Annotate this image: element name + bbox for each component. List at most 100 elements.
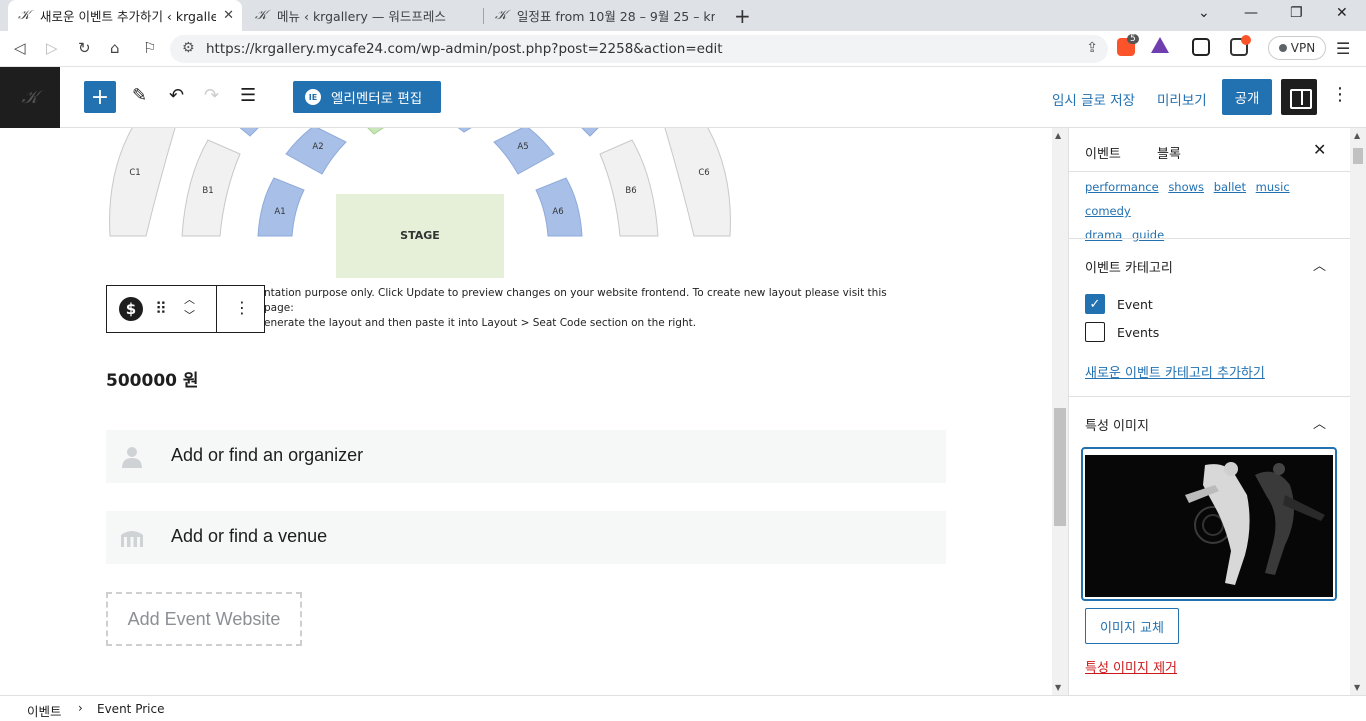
brave-count-badge: 5: [1127, 34, 1139, 44]
move-down-icon[interactable]: ﹀: [184, 308, 195, 324]
address-bar[interactable]: ⚙ https://krgallery.mycafe24.com/wp-admi…: [170, 35, 1108, 63]
seat-section-c6[interactable]: [662, 128, 731, 237]
tab-event[interactable]: 이벤트: [1085, 143, 1121, 162]
sidebar-toggle-icon[interactable]: [1192, 38, 1210, 56]
notice-line: ntation purpose only. Click Update to pr…: [264, 287, 887, 314]
replace-image-button[interactable]: 이미지 교체: [1085, 608, 1179, 644]
site-favicon-icon: 𝒦: [255, 8, 268, 23]
move-block-control[interactable]: ︿ ﹀: [184, 292, 195, 324]
settings-toggle-icon[interactable]: [1281, 79, 1317, 115]
elementor-label: 엘리멘터로 편집: [331, 91, 423, 107]
add-category-link[interactable]: 새로운 이벤트 카테고리 추가하기: [1085, 362, 1265, 381]
notification-dot: [1241, 35, 1251, 45]
category-label: Events: [1117, 325, 1160, 340]
chevron-up-icon[interactable]: ︿: [1313, 413, 1326, 432]
site-info-icon[interactable]: ⚙: [182, 40, 195, 56]
preview-button[interactable]: 미리보기: [1157, 89, 1207, 109]
scroll-up-icon[interactable]: ▲: [1354, 131, 1360, 140]
category-panel-header[interactable]: 이벤트 카테고리 ︿: [1069, 238, 1350, 288]
browser-tab-add-event[interactable]: 𝒦 새로운 이벤트 추가하기 ‹ krgallery ✕: [8, 0, 242, 31]
list-view-icon[interactable]: ☰: [240, 85, 256, 106]
category-checkbox-event[interactable]: ✓: [1085, 294, 1105, 314]
tag-link[interactable]: music: [1256, 180, 1290, 194]
move-up-icon[interactable]: ︿: [184, 292, 195, 308]
tag-link[interactable]: ballet: [1214, 180, 1246, 194]
featured-image-panel-header[interactable]: 특성 이미지 ︿: [1069, 396, 1350, 446]
toolbar-divider: [216, 286, 217, 332]
vpn-label: VPN: [1290, 41, 1316, 55]
publish-button[interactable]: 공개: [1222, 79, 1272, 115]
organizer-block[interactable]: Add or find an organizer: [106, 430, 946, 483]
share-icon[interactable]: ⇪: [1086, 40, 1098, 56]
close-tab-icon[interactable]: ✕: [223, 8, 234, 23]
scrollbar-thumb[interactable]: [1054, 408, 1066, 526]
close-sidebar-icon[interactable]: ✕: [1313, 140, 1326, 159]
maximize-icon[interactable]: ❐: [1290, 5, 1303, 21]
scroll-down-icon[interactable]: ▼: [1055, 683, 1061, 692]
tag-link[interactable]: shows: [1168, 180, 1204, 194]
featured-image[interactable]: [1081, 447, 1337, 601]
bookmark-icon[interactable]: ⚐: [143, 39, 156, 57]
dancer-photo: [1085, 455, 1333, 597]
category-panel-title: 이벤트 카테고리: [1085, 261, 1173, 276]
seat-label-c1: C1: [129, 168, 140, 178]
browser-menu-icon[interactable]: ☰: [1336, 39, 1350, 58]
scroll-up-icon[interactable]: ▲: [1055, 131, 1061, 140]
canvas-scrollbar[interactable]: ▲ ▼: [1052, 128, 1068, 695]
site-logo-icon[interactable]: 𝒦: [0, 67, 60, 128]
add-event-website-button[interactable]: Add Event Website: [106, 592, 302, 646]
edit-tools-icon[interactable]: ✎: [132, 85, 147, 106]
vpn-button[interactable]: VPN: [1268, 36, 1326, 60]
seat-label-c6: C6: [698, 168, 709, 178]
block-inserter-button[interactable]: +: [84, 81, 116, 113]
save-draft-button[interactable]: 임시 글로 저장: [1052, 89, 1135, 109]
event-price[interactable]: 500000 원: [106, 366, 199, 391]
category-label: Event: [1117, 297, 1153, 312]
seat-label-a5: A5: [517, 142, 528, 152]
tab-search-icon[interactable]: ⌄: [1198, 5, 1210, 21]
close-window-icon[interactable]: ✕: [1336, 5, 1348, 21]
seat-section-partial: [239, 128, 259, 137]
brave-rewards-icon[interactable]: [1151, 37, 1169, 53]
drag-handle-icon[interactable]: ⠿: [155, 299, 167, 318]
browser-tab-menu[interactable]: 𝒦 메뉴 ‹ krgallery — 워드프레스: [245, 0, 481, 31]
tab-block[interactable]: 블록: [1157, 143, 1181, 162]
price-block-icon[interactable]: $: [119, 297, 143, 321]
seat-section-c1[interactable]: [109, 128, 178, 237]
breadcrumb-root[interactable]: 이벤트: [27, 701, 62, 720]
back-icon[interactable]: ◁: [14, 39, 26, 57]
seat-section-partial: [367, 128, 384, 135]
block-toolbar: $ ⠿ ︿ ﹀ ⋮: [106, 285, 265, 333]
chevron-right-icon: ›: [78, 701, 83, 715]
tag-link[interactable]: comedy: [1085, 204, 1131, 218]
category-checkbox-events[interactable]: [1085, 322, 1105, 342]
edit-with-elementor-button[interactable]: IE 엘리멘터로 편집: [293, 81, 441, 113]
sidebar-scrollbar[interactable]: ▲ ▼: [1350, 128, 1366, 695]
scroll-down-icon[interactable]: ▼: [1354, 683, 1360, 692]
undo-icon[interactable]: ↶: [169, 85, 184, 106]
remove-image-link[interactable]: 특성 이미지 제거: [1085, 657, 1177, 676]
block-breadcrumb: 이벤트 › Event Price: [0, 695, 1366, 721]
block-options-icon[interactable]: ⋮: [234, 298, 250, 317]
tab-title: 일정표 from 10월 28 – 9월 25 – krgallery: [516, 9, 715, 24]
chevron-up-icon[interactable]: ︿: [1313, 255, 1326, 274]
browser-tab-schedule[interactable]: 𝒦 일정표 from 10월 28 – 9월 25 – krgallery: [485, 0, 725, 31]
seat-label-a1: A1: [274, 207, 285, 217]
forward-icon[interactable]: ▷: [46, 39, 58, 57]
options-menu-icon[interactable]: ⋮: [1331, 84, 1349, 105]
venue-block[interactable]: Add or find a venue: [106, 511, 946, 564]
reload-icon[interactable]: ↻: [78, 39, 91, 57]
seating-notice: ntation purpose only. Click Update to pr…: [264, 286, 904, 331]
new-tab-icon[interactable]: +: [734, 4, 751, 28]
scrollbar-thumb[interactable]: [1353, 148, 1363, 164]
minimize-icon[interactable]: —: [1244, 5, 1258, 21]
home-icon[interactable]: ⌂: [110, 39, 120, 57]
seat-section-partial: [457, 128, 472, 133]
redo-icon[interactable]: ↷: [204, 85, 219, 106]
seat-label-b6: B6: [625, 186, 636, 196]
tag-list: performance shows ballet music comedy dr…: [1085, 175, 1335, 247]
breadcrumb-current[interactable]: Event Price: [97, 702, 164, 716]
tag-link[interactable]: performance: [1085, 180, 1159, 194]
site-favicon-icon: 𝒦: [18, 8, 31, 23]
browser-tab-strip: 𝒦 새로운 이벤트 추가하기 ‹ krgallery ✕ 𝒦 메뉴 ‹ krga…: [0, 0, 1366, 31]
